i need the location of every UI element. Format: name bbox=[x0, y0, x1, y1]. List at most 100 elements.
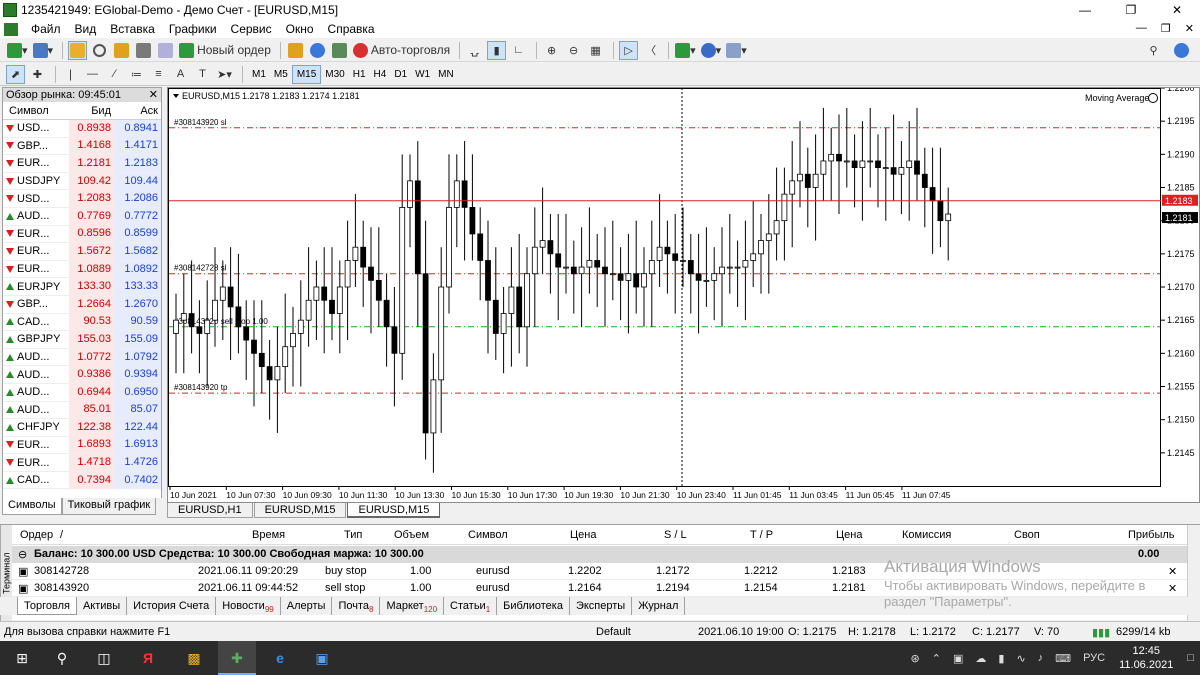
notification-app-icon[interactable]: ▣ bbox=[953, 652, 963, 665]
equidistant-channel-icon[interactable]: ≔ bbox=[127, 65, 146, 84]
market-watch-row[interactable]: USDJPY 109.42 109.44 bbox=[3, 172, 161, 191]
order-close-icon[interactable]: ✕ bbox=[1168, 582, 1177, 595]
strategy-tester-icon[interactable] bbox=[156, 41, 175, 60]
taskbar-clock[interactable]: 12:45 11.06.2021 bbox=[1119, 644, 1173, 672]
periods-icon[interactable]: ▾ bbox=[700, 41, 723, 60]
col-profit[interactable]: Прибыль bbox=[1128, 529, 1175, 541]
chart-window[interactable]: 1.2145 1.2150 1.2155 1.2160 1.2165 1.2170 1.21… bbox=[167, 87, 1200, 503]
terminal-tab[interactable]: Журнал bbox=[632, 597, 686, 615]
menu-file[interactable]: Файл bbox=[24, 22, 68, 36]
child-close-icon[interactable]: ✕ bbox=[1185, 22, 1194, 35]
col-current-price[interactable]: Цена bbox=[836, 529, 862, 541]
menu-tools[interactable]: Сервис bbox=[224, 22, 279, 36]
terminal-tab[interactable]: Новости99 bbox=[216, 597, 281, 615]
status-profile[interactable]: Default bbox=[596, 626, 631, 638]
restore-button[interactable]: ❐ bbox=[1108, 0, 1154, 20]
menu-window[interactable]: Окно bbox=[279, 22, 321, 36]
cloud-icon[interactable]: ☁ bbox=[975, 652, 986, 665]
terminal-tab[interactable]: Почта8 bbox=[332, 597, 381, 615]
market-watch-row[interactable]: AUD... 0.9386 0.9394 bbox=[3, 366, 161, 384]
child-minimize-icon[interactable]: — bbox=[1136, 22, 1147, 35]
language-indicator[interactable]: РУС bbox=[1083, 652, 1105, 664]
market-watch-row[interactable]: EUR... 1.2181 1.2183 bbox=[3, 154, 161, 173]
market-watch-row[interactable]: AUD... 85.01 85.07 bbox=[3, 401, 161, 420]
vps-icon[interactable] bbox=[330, 41, 349, 60]
keyboard-icon[interactable]: ⌨ bbox=[1055, 652, 1071, 665]
edge-icon[interactable]: e bbox=[268, 646, 292, 670]
timeframe-h4[interactable]: H4 bbox=[370, 65, 391, 84]
auto-trading-button[interactable]: Авто-торговля bbox=[352, 41, 451, 60]
volume-icon[interactable]: ♪ bbox=[1038, 652, 1044, 664]
close-button[interactable]: ✕ bbox=[1154, 0, 1200, 20]
action-center-icon[interactable]: □ bbox=[1187, 652, 1194, 664]
indicators-icon[interactable]: ▾ bbox=[674, 41, 697, 60]
account-icon[interactable] bbox=[1172, 41, 1191, 60]
photos-icon[interactable]: ▣ bbox=[310, 646, 334, 670]
bar-chart-icon[interactable]: ⍽ bbox=[465, 41, 484, 60]
arrows-icon[interactable]: ➤▾ bbox=[215, 65, 234, 84]
templates-icon[interactable]: ▾ bbox=[725, 41, 748, 60]
market-watch-row[interactable]: USD... 1.2083 1.2086 bbox=[3, 190, 161, 208]
tab-tick-chart[interactable]: Тиковый график bbox=[61, 498, 157, 515]
market-watch-row[interactable]: AUD... 1.0772 1.0792 bbox=[3, 348, 161, 367]
balance-collapse-icon[interactable]: ⊖ bbox=[18, 548, 27, 561]
profiles-icon[interactable]: ▾ bbox=[32, 41, 55, 60]
terminal-tab[interactable]: Эксперты bbox=[570, 597, 633, 615]
terminal-tab[interactable]: Алерты bbox=[281, 597, 333, 615]
vertical-line-icon[interactable]: ❘ bbox=[61, 65, 80, 84]
chart-autoscroll-icon[interactable]: ▷ bbox=[619, 40, 639, 60]
network-icon[interactable]: ∿ bbox=[1016, 652, 1025, 665]
horizontal-line-icon[interactable]: — bbox=[83, 65, 102, 84]
candlestick-chart-icon[interactable]: ▮ bbox=[487, 40, 507, 60]
col-order[interactable]: Ордер bbox=[20, 529, 53, 541]
zoom-out-icon[interactable]: ⊖ bbox=[564, 41, 583, 60]
market-watch-row[interactable]: EUR... 1.6893 1.6913 bbox=[3, 436, 161, 455]
col-time[interactable]: Время bbox=[252, 529, 285, 541]
tile-windows-icon[interactable]: ▦ bbox=[586, 41, 605, 60]
col-type[interactable]: Тип bbox=[344, 529, 362, 541]
col-ask[interactable]: Аск bbox=[114, 105, 161, 117]
chart-tab-eurusd-h1[interactable]: EURUSD,H1 bbox=[167, 503, 253, 518]
col-sl[interactable]: S / L bbox=[664, 529, 687, 541]
crosshair-icon[interactable]: ✚ bbox=[28, 65, 47, 84]
people-icon[interactable]: ⊛ bbox=[911, 652, 920, 665]
col-bid[interactable]: Бид bbox=[69, 105, 114, 117]
col-volume[interactable]: Объем bbox=[394, 529, 429, 541]
timeframe-m5[interactable]: M5 bbox=[270, 65, 292, 84]
market-watch-row[interactable]: EURJPY 133.30 133.33 bbox=[3, 278, 161, 296]
child-restore-icon[interactable]: ❐ bbox=[1161, 22, 1171, 35]
market-watch-row[interactable]: AUD... 0.6944 0.6950 bbox=[3, 383, 161, 402]
market-watch-toggle-icon[interactable] bbox=[68, 40, 88, 60]
market-watch-row[interactable]: EUR... 1.5672 1.5682 bbox=[3, 242, 161, 261]
market-watch-row[interactable]: GBP... 1.4168 1.4171 bbox=[3, 137, 161, 156]
col-symbol[interactable]: Символ bbox=[468, 529, 508, 541]
market-watch-row[interactable]: CAD... 90.53 90.59 bbox=[3, 313, 161, 332]
text-icon[interactable]: A bbox=[171, 65, 190, 84]
timeframe-d1[interactable]: D1 bbox=[390, 65, 411, 84]
windows-start-icon[interactable]: ⊞ bbox=[10, 646, 34, 670]
market-watch-row[interactable]: EUR... 1.0889 1.0892 bbox=[3, 260, 161, 279]
chart-shift-icon[interactable]: 〈 bbox=[641, 41, 660, 60]
metatrader-icon[interactable]: ✚ bbox=[225, 646, 249, 670]
trendline-icon[interactable]: ∕ bbox=[105, 65, 124, 84]
market-watch-row[interactable]: GBPJPY 155.03 155.09 bbox=[3, 330, 161, 349]
signals-icon[interactable] bbox=[308, 41, 327, 60]
col-symbol[interactable]: Символ bbox=[3, 105, 69, 117]
zoom-in-icon[interactable]: ⊕ bbox=[542, 41, 561, 60]
terminal-tab[interactable]: Торговля bbox=[17, 597, 77, 615]
market-watch-row[interactable]: USD... 0.8938 0.8941 bbox=[3, 119, 161, 138]
col-price[interactable]: Цена bbox=[570, 529, 596, 541]
tray-expand-icon[interactable]: ⌃ bbox=[932, 652, 941, 665]
timeframe-m15[interactable]: M15 bbox=[291, 64, 322, 84]
menu-view[interactable]: Вид bbox=[68, 22, 104, 36]
market-watch-close-icon[interactable]: ✕ bbox=[149, 88, 158, 101]
market-watch-row[interactable]: AUD... 0.7769 0.7772 bbox=[3, 207, 161, 226]
chart-tab-eurusd-m15-active[interactable]: EURUSD,M15 bbox=[347, 503, 441, 518]
timeframe-h1[interactable]: H1 bbox=[349, 65, 370, 84]
col-swap[interactable]: Своп bbox=[1014, 529, 1040, 541]
timeframe-w1[interactable]: W1 bbox=[411, 65, 434, 84]
fibonacci-icon[interactable]: ≡ bbox=[149, 65, 168, 84]
task-view-icon[interactable]: ◫ bbox=[92, 646, 116, 670]
market-watch-row[interactable]: EUR... 0.8596 0.8599 bbox=[3, 225, 161, 244]
col-tp[interactable]: T / P bbox=[750, 529, 773, 541]
